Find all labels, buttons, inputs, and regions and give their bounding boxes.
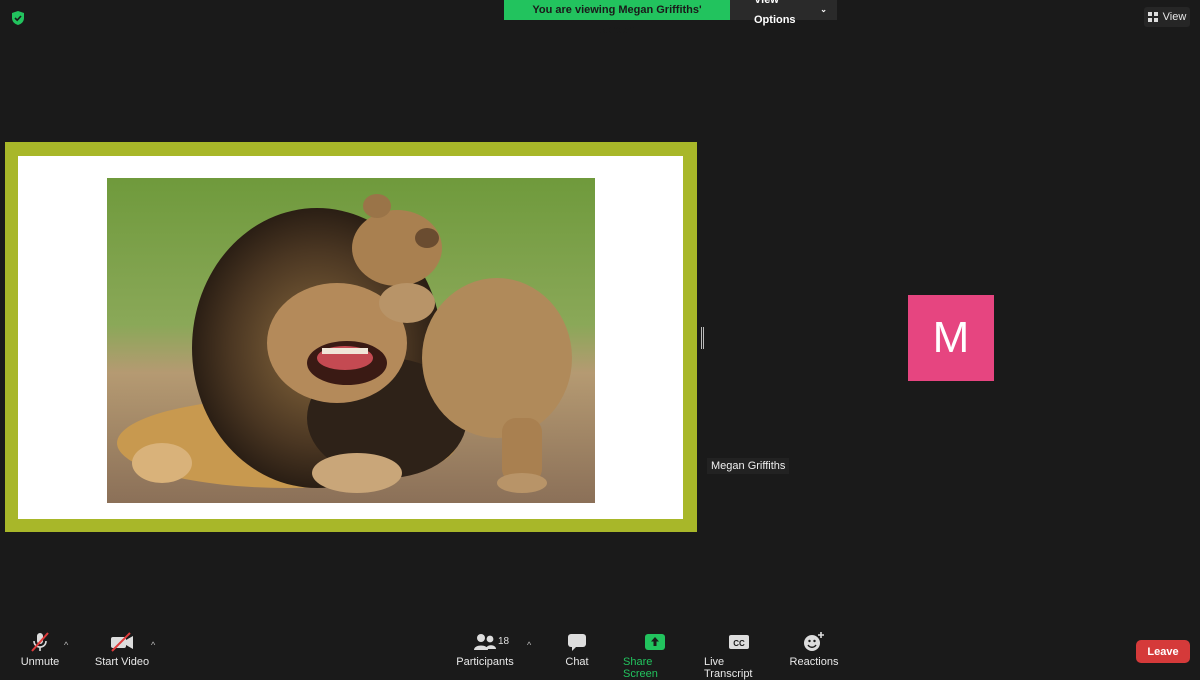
unmute-label: Unmute [20,656,60,668]
view-label: View [1162,11,1187,23]
live-transcript-button[interactable]: CC Live Transcript [704,628,774,680]
chat-button[interactable]: Chat [562,628,592,668]
shield-icon[interactable] [10,10,26,26]
avatar-initial: M [932,313,970,362]
participants-caret-icon[interactable]: ^ [527,640,531,650]
start-video-label: Start Video [94,656,150,668]
participants-count-badge: 18 [498,636,510,647]
chevron-down-icon: ⌄ [820,5,827,14]
start-video-button[interactable]: Start Video [92,628,152,668]
grid-icon [1147,12,1158,22]
chat-label: Chat [565,656,589,668]
view-button[interactable]: View [1144,7,1190,27]
audio-options-caret-icon[interactable]: ^ [64,640,68,650]
view-options-label: View Options [754,0,796,26]
view-options-button[interactable]: View Options ⌄ [730,0,837,26]
unmute-button[interactable]: Unmute [18,628,62,668]
reactions-icon [804,632,824,651]
chat-icon [568,634,586,651]
reactions-label: Reactions [789,656,839,668]
video-options-caret-icon[interactable]: ^ [151,640,155,650]
panel-resize-handle[interactable] [701,327,704,349]
video-off-icon [111,632,133,652]
share-screen-label: Share Screen [623,656,658,680]
cc-icon: CC [729,635,749,649]
participant-name-tag: Megan Griffiths [707,458,790,474]
reactions-button[interactable]: Reactions [790,628,838,668]
participants-icon [474,634,496,650]
live-transcript-label: Live Transcript [704,656,753,680]
shared-slide [18,156,683,519]
leave-button[interactable]: Leave [1136,640,1190,663]
participant-avatar: M [908,295,994,381]
lion-photo [107,178,595,503]
mic-muted-icon [31,632,49,652]
svg-text:CC: CC [733,639,745,648]
participants-label: Participants [456,656,514,668]
shared-screen [5,142,697,532]
meeting-toolbar: Unmute ^ Start Video ^ Participants 18 ^ [0,628,1200,680]
viewing-status-text: You are viewing Megan Griffiths' screen [504,0,730,36]
viewing-banner: You are viewing Megan Griffiths' screen … [504,0,837,36]
share-screen-icon [645,634,665,650]
participants-button[interactable]: Participants [456,628,514,668]
share-screen-button[interactable]: Share Screen [623,628,687,680]
